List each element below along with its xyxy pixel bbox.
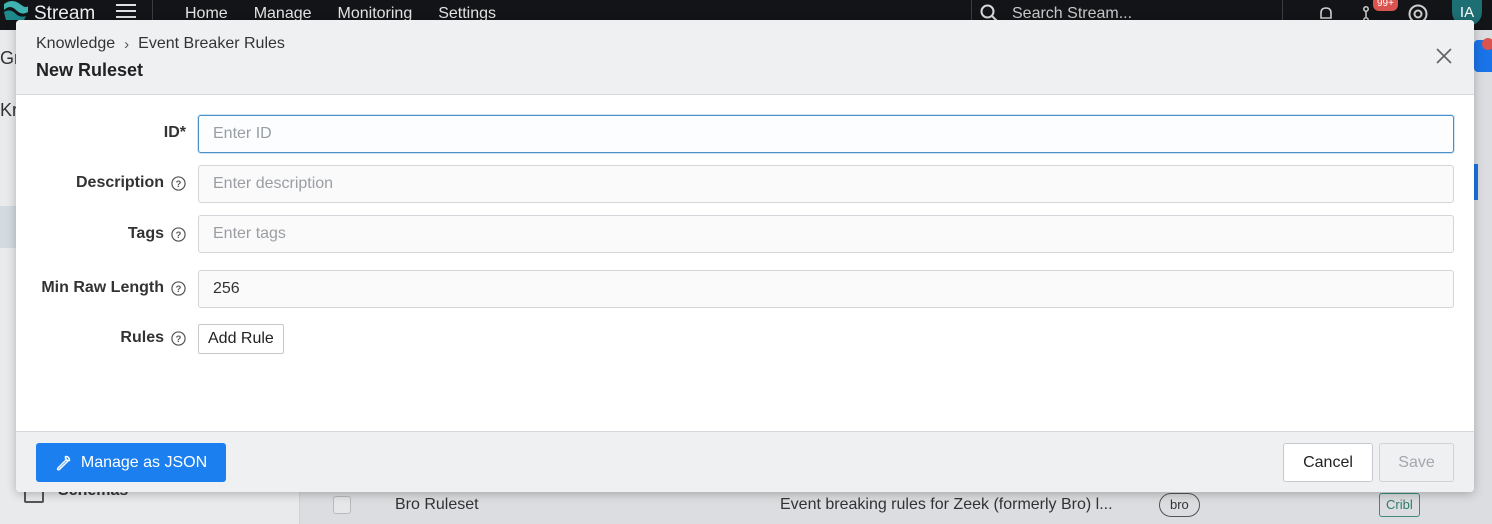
save-button[interactable]: Save (1379, 443, 1454, 482)
help-icon[interactable]: ? (171, 226, 186, 242)
id-label-text: ID* (163, 124, 186, 141)
min-raw-length-label: Min Raw Length ? (41, 279, 186, 297)
close-icon[interactable] (1434, 46, 1454, 66)
table-row-tag: bro (1159, 493, 1200, 517)
help-icon[interactable]: ? (171, 330, 186, 346)
tags-input[interactable] (198, 215, 1454, 253)
tags-label: Tags ? (128, 225, 186, 243)
breadcrumb-knowledge[interactable]: Knowledge (36, 35, 115, 53)
background-secondary-button (1474, 164, 1478, 200)
manage-as-json-button[interactable]: Manage as JSON (36, 443, 226, 482)
table-row-source-badge: Cribl (1379, 493, 1420, 517)
min-raw-length-label-text: Min Raw Length (41, 279, 164, 296)
min-raw-length-input[interactable] (198, 270, 1454, 308)
breadcrumb-event-breaker-rules[interactable]: Event Breaker Rules (138, 35, 285, 53)
table-row-checkbox[interactable] (333, 496, 351, 514)
id-input[interactable] (198, 115, 1454, 153)
help-icon[interactable]: ? (171, 175, 186, 191)
svg-text:?: ? (176, 283, 182, 293)
manage-as-json-label: Manage as JSON (80, 453, 208, 471)
table-row-name[interactable]: Bro Ruleset (395, 496, 479, 514)
add-rule-button[interactable]: Add Rule (198, 324, 284, 354)
id-label: ID* (164, 124, 186, 142)
stream-logo-icon (4, 1, 28, 20)
description-label: Description ? (76, 174, 186, 192)
menu-icon[interactable] (116, 4, 136, 20)
svg-text:?: ? (176, 229, 182, 239)
breadcrumb: Knowledge › Event Breaker Rules (36, 35, 285, 53)
svg-text:?: ? (176, 178, 182, 188)
modal-header: Knowledge › Event Breaker Rules New Rule… (16, 20, 1474, 95)
rules-label-text: Rules (120, 329, 164, 346)
help-icon[interactable]: ? (171, 280, 186, 296)
background-alert-dot (1482, 38, 1492, 50)
breadcrumb-separator: › (124, 35, 130, 53)
description-label-text: Description (75, 174, 164, 191)
table-row-description: Event breaking rules for Zeek (formerly … (780, 496, 1113, 513)
tags-label-text: Tags (127, 225, 164, 242)
notification-badge: 99+ (1373, 0, 1398, 11)
cancel-button[interactable]: Cancel (1283, 443, 1373, 482)
rules-label: Rules ? (120, 329, 186, 347)
new-ruleset-modal: Knowledge › Event Breaker Rules New Rule… (16, 20, 1474, 492)
modal-title: New Ruleset (36, 60, 144, 80)
background-selected-item (0, 206, 16, 248)
wrench-icon (56, 455, 71, 471)
svg-text:?: ? (176, 333, 182, 343)
modal-footer: Manage as JSON Cancel Save (16, 431, 1474, 492)
description-input[interactable] (198, 165, 1454, 203)
